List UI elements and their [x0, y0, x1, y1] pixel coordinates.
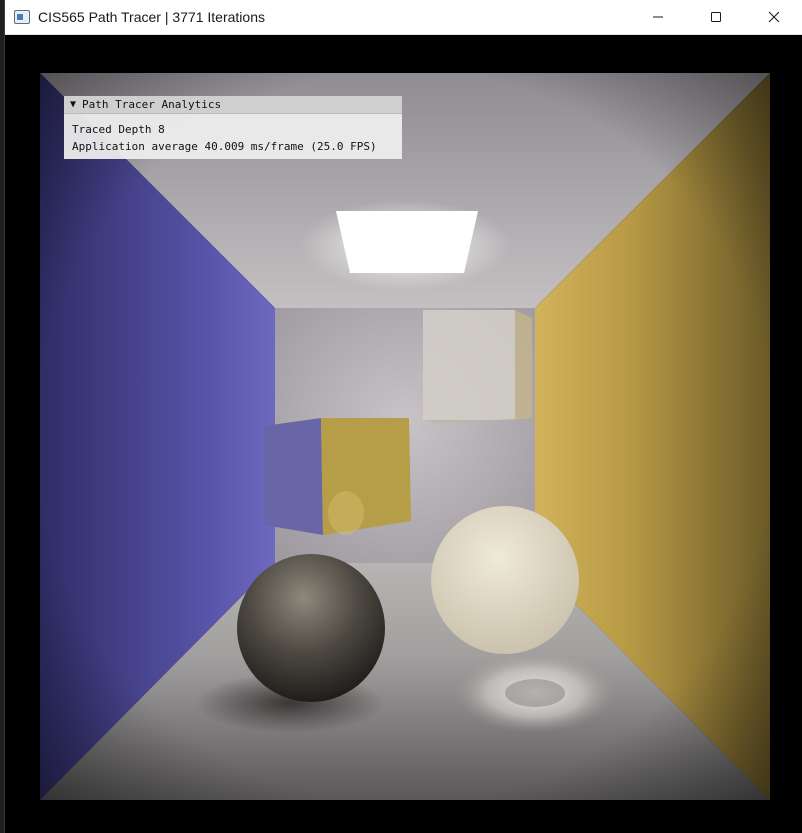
- vignette: [40, 73, 770, 800]
- minimize-button[interactable]: [629, 0, 687, 34]
- app-average-text: Application average 40.009 ms/frame (25.…: [72, 140, 377, 153]
- window-title: CIS565 Path Tracer | 3771 Iterations: [38, 9, 265, 25]
- analytics-panel: ▼ Path Tracer Analytics Traced Depth 8 A…: [64, 96, 402, 159]
- cornell-box-render: [40, 73, 770, 800]
- window-controls: [629, 0, 802, 34]
- close-button[interactable]: [745, 0, 802, 34]
- traced-depth-text: Traced Depth 8: [72, 123, 165, 136]
- analytics-title: Path Tracer Analytics: [82, 98, 222, 111]
- minimize-icon: [653, 16, 663, 18]
- analytics-header[interactable]: ▼ Path Tracer Analytics: [64, 96, 402, 114]
- collapse-arrow-icon[interactable]: ▼: [70, 99, 76, 110]
- title-bar[interactable]: CIS565 Path Tracer | 3771 Iterations: [5, 0, 802, 35]
- maximize-icon: [711, 12, 721, 22]
- close-icon: [768, 11, 780, 23]
- analytics-body: Traced Depth 8 Application average 40.00…: [64, 114, 402, 155]
- render-viewport[interactable]: [40, 73, 770, 800]
- maximize-button[interactable]: [687, 0, 745, 34]
- app-icon: [14, 10, 30, 24]
